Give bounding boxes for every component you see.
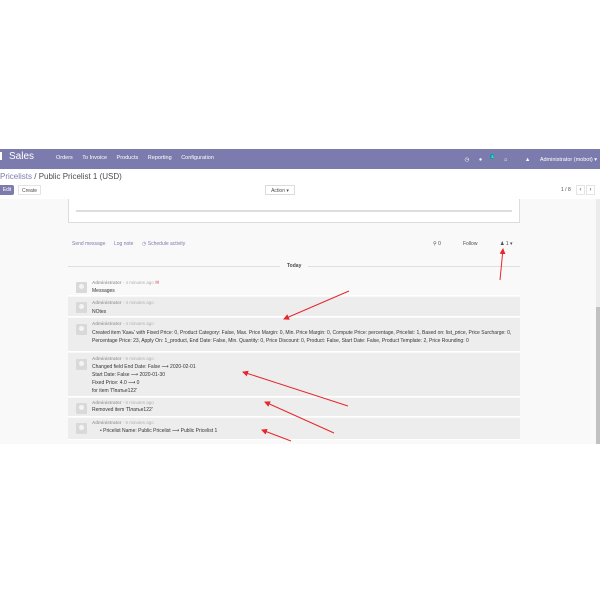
annotation-arrow (499, 248, 506, 281)
annotation-arrow (283, 290, 350, 320)
annotation-arrows (242, 248, 506, 442)
annotation-arrow (261, 428, 292, 442)
annotation-arrow (264, 401, 335, 434)
annotation-arrow (242, 370, 349, 407)
